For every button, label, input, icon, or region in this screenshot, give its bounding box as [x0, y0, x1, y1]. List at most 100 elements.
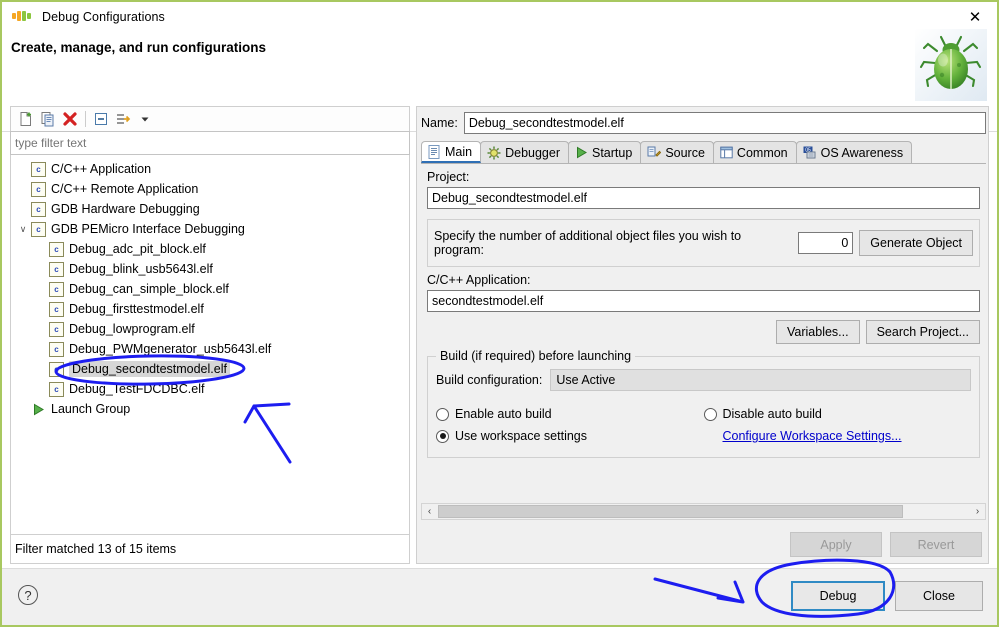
object-files-group: Specify the number of additional object … — [427, 219, 980, 267]
tree-item[interactable]: c Debug_can_simple_block.elf — [11, 279, 409, 299]
configurations-tree[interactable]: c C/C++ Application c C/C++ Remote Applicat… — [10, 155, 410, 535]
scroll-right-arrow[interactable]: › — [970, 504, 985, 519]
tree-item-label: C/C++ Application — [51, 162, 152, 176]
application-input[interactable] — [427, 290, 980, 312]
c-file-icon: c — [49, 261, 64, 277]
tree-item[interactable]: c Debug_lowprogram.elf — [11, 319, 409, 339]
tree-item[interactable]: Launch Group — [11, 399, 409, 419]
filter-configurations-icon[interactable] — [112, 109, 134, 130]
tab-os-awareness[interactable]: 05 OS Awareness — [795, 141, 913, 163]
editor-tabs[interactable]: Main Debugger Startup Source Common 05 OS Awar… — [421, 141, 986, 164]
c-file-icon: c — [49, 341, 64, 357]
enable-auto-build-label: Enable auto build — [455, 407, 552, 421]
c-file-icon: c — [31, 201, 46, 217]
project-input[interactable] — [427, 187, 980, 209]
bug-icon — [915, 29, 987, 101]
tree-item[interactable]: c Debug_TestFDCDBC.elf — [11, 379, 409, 399]
application-label: C/C++ Application: — [427, 273, 531, 287]
dialog-header: Create, manage, and run configurations — [2, 29, 997, 132]
configurations-toolbar — [10, 106, 410, 131]
tree-item-label: Launch Group — [51, 402, 131, 416]
apply-revert-row: Apply Revert — [790, 532, 982, 557]
close-button[interactable]: Close — [895, 581, 983, 611]
tree-item[interactable]: c Debug_PWMgenerator_usb5643l.elf — [11, 339, 409, 359]
scroll-left-arrow[interactable]: ‹ — [422, 504, 437, 519]
tree-item[interactable]: ∨ c GDB PEMicro Interface Debugging — [11, 219, 409, 239]
tree-item-label: GDB PEMicro Interface Debugging — [51, 222, 245, 236]
tree-item[interactable]: c C/C++ Application — [11, 159, 409, 179]
build-configuration-select[interactable]: Use Active — [550, 369, 971, 391]
play-icon — [575, 146, 588, 159]
tree-item-label: Debug_firsttestmodel.elf — [69, 302, 204, 316]
horizontal-scrollbar[interactable]: ‹ › — [421, 503, 986, 520]
tab-source[interactable]: Source — [640, 141, 714, 163]
window-icon — [720, 146, 733, 159]
configure-workspace-row: Configure Workspace Settings... — [704, 425, 972, 447]
new-configuration-icon[interactable] — [15, 109, 37, 130]
tab-startup[interactable]: Startup — [568, 141, 642, 163]
object-files-label: Specify the number of additional object … — [434, 229, 742, 257]
duplicate-configuration-icon[interactable] — [37, 109, 59, 130]
tab-main[interactable]: Main — [421, 141, 482, 163]
apply-button[interactable]: Apply — [790, 532, 882, 557]
object-files-count-input[interactable] — [798, 232, 854, 254]
document-icon — [428, 144, 441, 159]
radio-icon — [436, 407, 449, 421]
c-file-icon: c — [49, 241, 64, 257]
revert-button[interactable]: Revert — [890, 532, 982, 557]
tab-label: OS Awareness — [820, 145, 904, 160]
page-title: Create, manage, and run configurations — [11, 40, 267, 55]
build-configuration-label: Build configuration: — [436, 373, 543, 387]
toolbar-separator — [85, 111, 86, 127]
c-file-icon: c — [49, 321, 64, 337]
configuration-editor-panel: Name: Main Debugger Startup Source Common 05O… — [416, 106, 989, 564]
application-buttons-row: Variables... Search Project... — [427, 320, 980, 344]
build-radio-column-left: Enable auto build Use workspace settings — [436, 403, 704, 447]
search-project-button[interactable]: Search Project... — [865, 320, 980, 344]
use-workspace-settings-radio[interactable]: Use workspace settings — [436, 425, 704, 447]
os-awareness-icon: 05 — [803, 146, 817, 159]
tree-item[interactable]: c Debug_firsttestmodel.elf — [11, 299, 409, 319]
c-file-icon: c — [49, 361, 64, 377]
window-title: Debug Configurations — [42, 10, 165, 24]
delete-configuration-icon[interactable] — [59, 109, 81, 130]
enable-auto-build-radio[interactable]: Enable auto build — [436, 403, 704, 425]
help-icon[interactable]: ? — [18, 585, 38, 605]
name-input[interactable] — [463, 112, 986, 134]
close-window-button[interactable]: ✕ — [953, 2, 997, 32]
debug-button[interactable]: Debug — [791, 581, 885, 611]
disable-auto-build-radio[interactable]: Disable auto build — [703, 403, 972, 425]
c-file-icon: c — [49, 381, 64, 397]
build-radio-options: Enable auto build Use workspace settings… — [436, 403, 971, 447]
tree-item-label: Debug_adc_pit_block.elf — [69, 242, 206, 256]
scrollbar-thumb[interactable] — [438, 505, 903, 518]
dialog-footer: ? Debug Close — [2, 568, 997, 625]
filter-input[interactable] — [10, 131, 410, 155]
c-file-icon: c — [31, 161, 46, 177]
use-workspace-settings-label: Use workspace settings — [455, 429, 588, 443]
expand-collapse-icon[interactable]: ∨ — [15, 224, 31, 235]
tree-item-label: Debug_secondtestmodel.elf — [69, 361, 230, 377]
tree-item[interactable]: c Debug_blink_usb5643l.elf — [11, 259, 409, 279]
tree-item-label: GDB Hardware Debugging — [51, 202, 200, 216]
name-label: Name: — [421, 116, 458, 130]
tree-item[interactable]: c Debug_secondtestmodel.elf — [11, 359, 409, 379]
launch-group-icon — [31, 402, 46, 417]
build-configuration-row: Build configuration: Use Active — [436, 369, 971, 391]
tab-debugger[interactable]: Debugger — [480, 141, 569, 163]
tree-item-label: Debug_TestFDCDBC.elf — [69, 382, 205, 396]
collapse-all-icon[interactable] — [90, 109, 112, 130]
generate-object-button[interactable]: Generate Object — [859, 230, 973, 256]
tree-item-label: Debug_lowprogram.elf — [69, 322, 195, 336]
configure-workspace-settings-link[interactable]: Configure Workspace Settings... — [723, 429, 902, 443]
title-bar: Debug Configurations ✕ — [2, 2, 997, 32]
tab-label: Startup — [592, 145, 633, 160]
chevron-down-icon[interactable] — [134, 109, 156, 130]
tab-common[interactable]: Common — [712, 141, 797, 163]
tree-item[interactable]: c GDB Hardware Debugging — [11, 199, 409, 219]
tree-item-label: Debug_blink_usb5643l.elf — [69, 262, 213, 276]
tree-item[interactable]: c C/C++ Remote Application — [11, 179, 409, 199]
tree-item[interactable]: c Debug_adc_pit_block.elf — [11, 239, 409, 259]
variables-button[interactable]: Variables... — [775, 320, 860, 344]
filter-status-text: Filter matched 13 of 15 items — [10, 535, 410, 564]
